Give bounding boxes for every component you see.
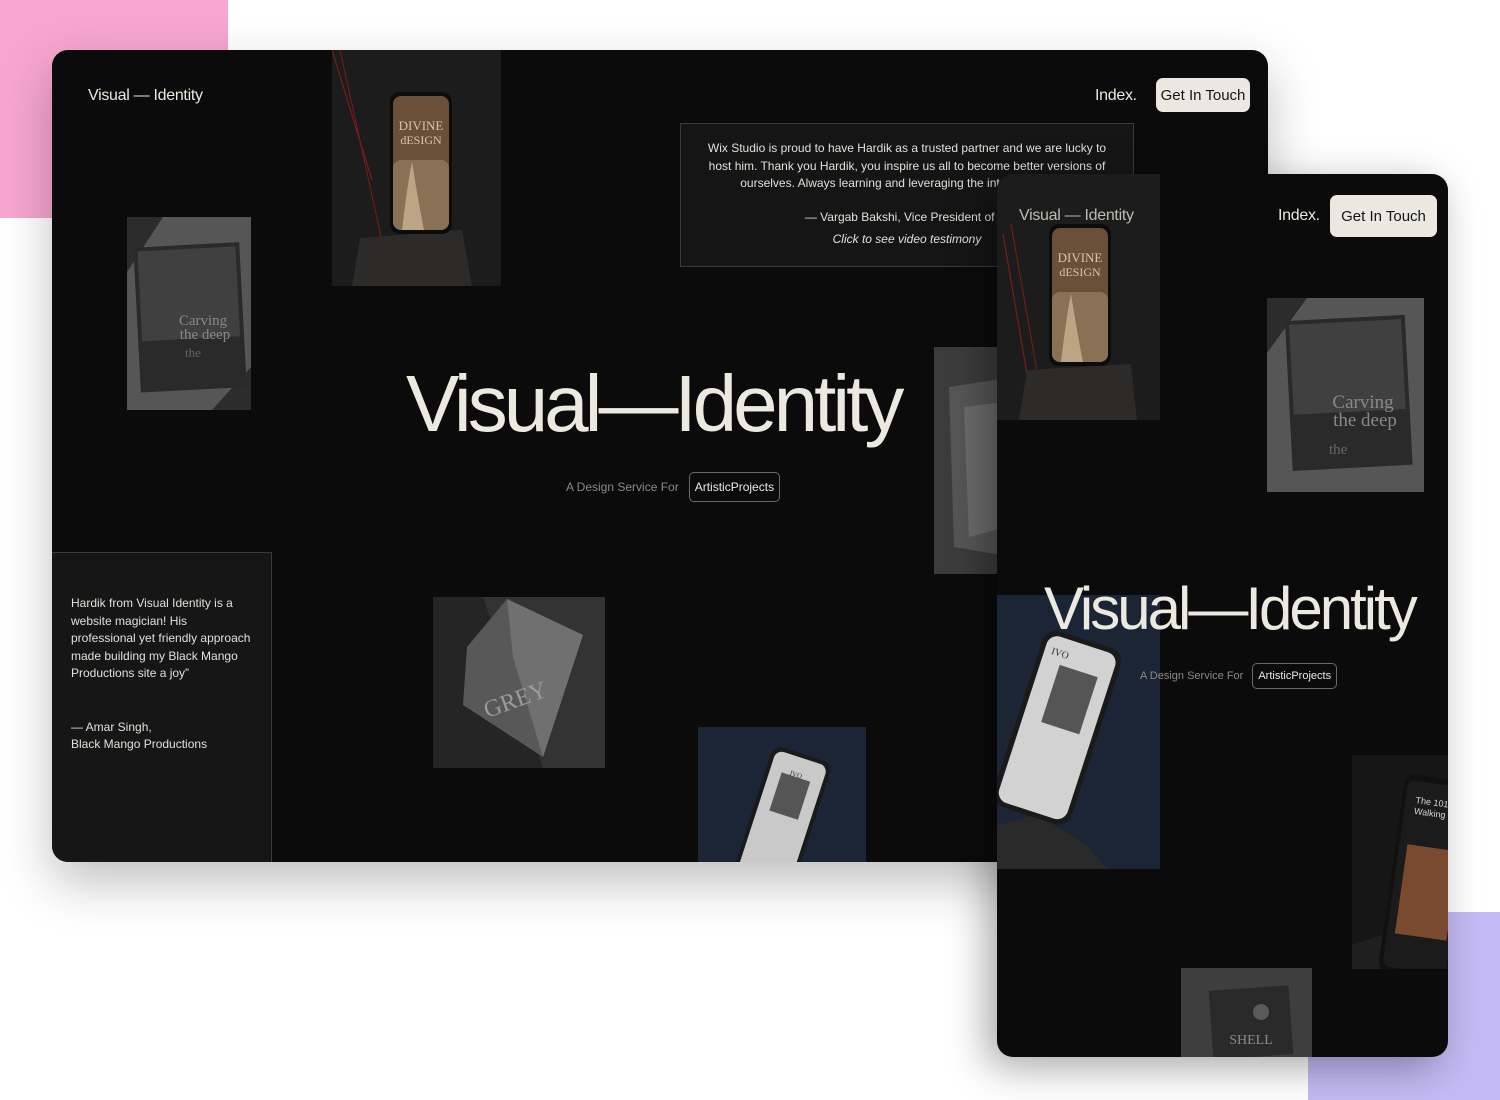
mobile-book-line2: the deep [1333,410,1397,431]
book-line3: the [185,345,201,360]
book-mockup-image: Carving the deep the [127,217,251,410]
phone-mockup-bottom-image: IVO [698,727,866,862]
nav-index-link[interactable]: Index. [1095,87,1137,105]
mobile-phone-title-line2: dESIGN [1059,265,1101,279]
phone-title-line2: dESIGN [400,133,442,147]
mobile-nav-index-link[interactable]: Index. [1278,207,1320,225]
artistic-projects-pill[interactable]: ArtisticProjects [688,472,781,502]
get-in-touch-button[interactable]: Get In Touch [1156,78,1250,112]
mobile-phone-101-image: The 101 Walking Wiz [1352,755,1448,969]
side-testimonial-quote: Hardik from Visual Identity is a website… [71,596,251,680]
mobile-get-in-touch-button[interactable]: Get In Touch [1330,195,1437,237]
brand-logo[interactable]: Visual — Identity [88,87,203,105]
mobile-hero-title: Visual—Identity [1044,575,1418,642]
mobile-shell-label: SHELL [1229,1033,1273,1048]
phone-title-line1: DIVINE [399,118,444,133]
side-author-company: Black Mango Productions [71,737,208,751]
mobile-artistic-projects-pill[interactable]: ArtisticProjects [1252,663,1338,689]
hero-subtitle-row: A Design Service For ArtisticProjects [566,472,781,502]
side-testimonial-author: — Amar Singh, Black Mango Productions [52,683,271,754]
mobile-shell-image: SHELL [1181,968,1312,1057]
mobile-hero-subtitle: A Design Service For [1140,670,1244,682]
mobile-hero-subtitle-row: A Design Service For ArtisticProjects [1140,663,1338,689]
grey-book-image: GREY [433,597,605,768]
mobile-preview: DIVINE dESIGN Carving the deep the IVO T… [997,174,1448,1057]
hero-subtitle: A Design Service For [566,480,679,494]
side-testimonial-card: Hardik from Visual Identity is a website… [52,552,272,862]
phone-mockup-image: DIVINE dESIGN [332,50,501,286]
mobile-phone-title-line1: DIVINE [1058,250,1103,265]
mobile-book-line3: the [1329,442,1348,458]
hero-title: Visual—Identity [406,359,904,448]
side-author-name: — Amar Singh, [71,719,152,734]
book-line2: the deep [180,327,230,343]
mobile-book-mockup-image: Carving the deep the [1267,298,1424,492]
mobile-brand-logo[interactable]: Visual — Identity [1019,207,1134,225]
